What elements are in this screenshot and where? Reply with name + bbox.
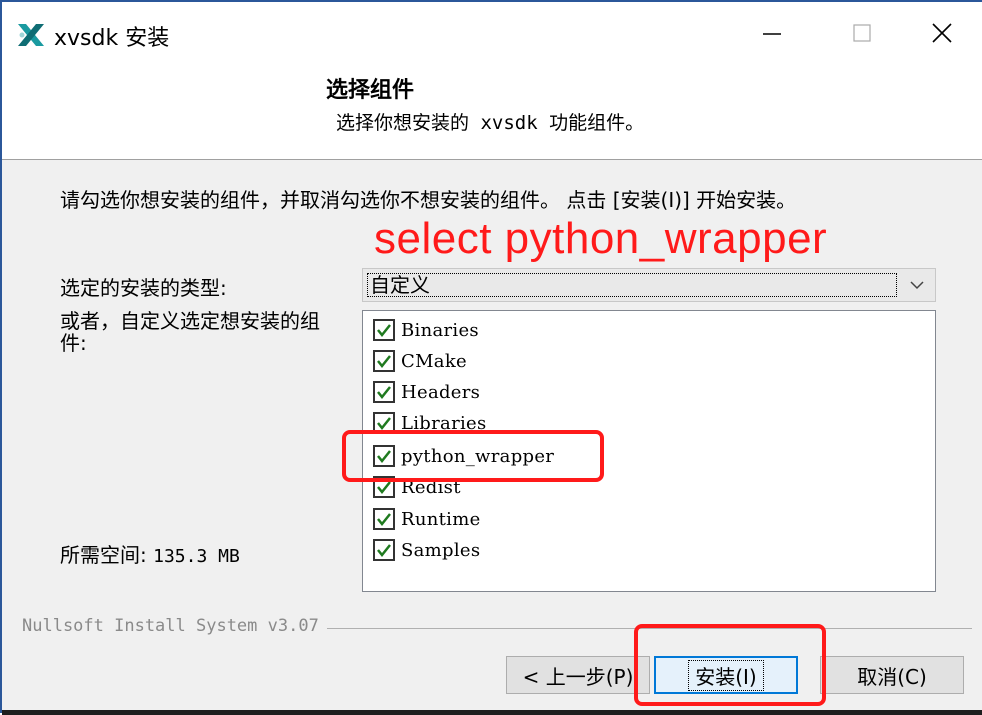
page-header: 选择组件 选择你想安装的 xvsdk 功能组件。 xyxy=(2,64,982,160)
page-subtitle: 选择你想安装的 xvsdk 功能组件。 xyxy=(336,112,645,134)
installer-window: xvsdk 安装 选择组件 选择你想安装的 xvsdk 功能组件。 请勾选你想安… xyxy=(0,0,982,715)
component-label: Runtime xyxy=(401,508,481,530)
cancel-button-label: 取消(C) xyxy=(857,664,927,689)
xvsdk-logo-icon xyxy=(18,24,44,46)
component-item-samples[interactable]: Samples xyxy=(373,537,480,563)
annotation-text: select python_wrapper xyxy=(374,214,828,263)
component-item-cmake[interactable]: CMake xyxy=(373,348,467,374)
component-label: Binaries xyxy=(401,319,479,341)
annotation-highlight-install xyxy=(634,624,826,706)
checkmark-icon xyxy=(377,513,391,527)
component-label: Samples xyxy=(401,539,481,561)
checkbox[interactable] xyxy=(373,539,395,561)
checkbox[interactable] xyxy=(373,319,395,341)
install-type-value: 自定义 xyxy=(367,273,897,297)
custom-components-label: 或者，自定义选定想安装的组件: xyxy=(60,309,320,355)
window-title: xvsdk 安装 xyxy=(54,26,170,51)
chevron-down-icon xyxy=(910,281,924,290)
install-type-select[interactable]: 自定义 xyxy=(362,268,936,302)
component-item-binaries[interactable]: Binaries xyxy=(373,317,479,343)
checkmark-icon xyxy=(377,417,391,431)
annotation-highlight-python-wrapper xyxy=(342,430,604,482)
back-button[interactable]: < 上一步(P) xyxy=(506,656,650,694)
instructions-text: 请勾选你想安装的组件，并取消勾选你不想安装的组件。 点击 [安装(I)] 开始安… xyxy=(60,188,797,212)
space-required: 所需空间: 135.3 MB xyxy=(60,539,240,568)
checkbox[interactable] xyxy=(373,508,395,530)
component-item-headers[interactable]: Headers xyxy=(373,379,480,405)
checkmark-icon xyxy=(377,386,391,400)
title-bar: xvsdk 安装 xyxy=(2,2,982,64)
maximize-icon xyxy=(853,24,871,42)
back-button-label: < 上一步(P) xyxy=(522,664,634,689)
component-label: Headers xyxy=(401,381,481,403)
install-type-label: 选定的安装的类型: xyxy=(60,276,227,300)
minimize-button[interactable] xyxy=(727,2,817,64)
cancel-button[interactable]: 取消(C) xyxy=(820,656,964,694)
minimize-icon xyxy=(763,33,781,35)
close-button[interactable] xyxy=(897,2,982,64)
maximize-button xyxy=(817,2,907,64)
component-label: CMake xyxy=(401,350,467,372)
close-icon xyxy=(932,23,952,43)
space-required-value: 135.3 MB xyxy=(153,546,240,567)
checkbox[interactable] xyxy=(373,381,395,403)
page-title: 选择组件 xyxy=(326,78,415,103)
nsis-branding: Nullsoft Install System v3.07 xyxy=(22,616,972,636)
nsis-version-text: Nullsoft Install System v3.07 xyxy=(22,616,327,636)
component-item-runtime[interactable]: Runtime xyxy=(373,506,481,532)
checkmark-icon xyxy=(377,324,391,338)
checkmark-icon xyxy=(377,544,391,558)
checkbox[interactable] xyxy=(373,350,395,372)
checkmark-icon xyxy=(377,355,391,369)
space-required-label: 所需空间: xyxy=(60,543,154,567)
